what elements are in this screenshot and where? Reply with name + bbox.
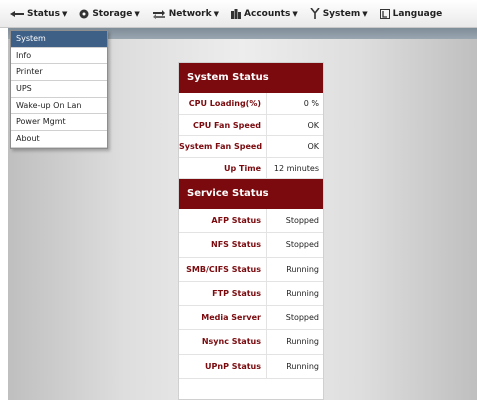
menu-status-label: Status [27, 8, 60, 19]
chevron-down-icon: ▼ [61, 9, 68, 18]
row-value: OK [307, 142, 319, 151]
row-label: Nsync Status [179, 330, 267, 354]
row-label: AFP Status [179, 209, 267, 233]
menu-accounts-label: Accounts [244, 8, 291, 19]
dropdown-item-wake-on-lan[interactable]: Wake-up On Lan [11, 98, 107, 115]
row-label: CPU Loading(%) [179, 93, 267, 114]
row-value: Running [286, 361, 319, 371]
chevron-down-icon: ▼ [213, 9, 220, 18]
table-row: Nsync Status Running [179, 330, 323, 355]
system-status-header: System Status [179, 63, 323, 93]
table-row: CPU Fan Speed OK [179, 114, 323, 136]
row-value: Stopped [285, 240, 319, 250]
status-panel: System Status CPU Loading(%) 0 % CPU Fan… [178, 62, 324, 400]
dropdown-item-printer[interactable]: Printer [11, 64, 107, 82]
status-dropdown-menu: System Info Printer UPS Wake-up On Lan P… [10, 30, 108, 149]
row-label: System Fan Speed [179, 136, 267, 157]
row-value: Running [286, 264, 319, 274]
storage-icon [79, 9, 89, 18]
row-label: NFS Status [179, 233, 267, 257]
status-icon [10, 10, 24, 17]
table-row: SMB/CIFS Status Running [179, 257, 323, 282]
menu-storage-label: Storage [92, 8, 133, 19]
row-value: OK [307, 120, 319, 130]
table-row: CPU Loading(%) 0 % [179, 93, 323, 115]
row-label: CPU Fan Speed [179, 114, 267, 135]
chevron-down-icon: ▼ [362, 9, 368, 18]
table-row: UPnP Status Running [179, 354, 323, 380]
menu-network[interactable]: Network ▼ [152, 9, 219, 19]
table-row: AFP Status Stopped [179, 209, 323, 234]
menu-network-label: Network [168, 8, 212, 19]
menu-accounts[interactable]: Accounts ▼ [231, 8, 298, 19]
menu-system-label: System [322, 8, 361, 19]
accounts-icon [231, 8, 242, 19]
dropdown-item-system[interactable]: System [11, 31, 107, 48]
chevron-down-icon: ▼ [134, 9, 140, 18]
dropdown-item-ups[interactable]: UPS [11, 81, 107, 98]
dropdown-item-power-mgmt[interactable]: Power Mgmt [11, 114, 107, 132]
top-menu-bar: Status ▼ Storage ▼ Network ▼ Accounts ▼ … [0, 0, 477, 28]
menu-system[interactable]: System ▼ [310, 8, 368, 19]
row-label: SMB/CIFS Status [179, 257, 267, 281]
row-label: FTP Status [179, 281, 267, 306]
menu-language-label: Language [392, 8, 443, 19]
row-value: Stopped [285, 313, 319, 323]
table-row: FTP Status Running [179, 281, 323, 307]
row-label: Media Server [179, 306, 267, 330]
table-row: System Fan Speed OK [179, 136, 323, 158]
row-label: UPnP Status [179, 354, 267, 379]
menu-status[interactable]: Status ▼ [10, 9, 67, 19]
row-value: Running [286, 337, 319, 347]
language-icon [379, 8, 390, 19]
table-row: NFS Status Stopped [179, 233, 323, 258]
menu-storage[interactable]: Storage ▼ [79, 8, 140, 19]
dropdown-item-info[interactable]: Info [11, 48, 107, 65]
menu-language[interactable]: Language [379, 8, 443, 19]
table-row: Media Server Stopped [179, 306, 323, 331]
row-value: 12 minutes [273, 163, 319, 173]
row-value: Stopped [285, 216, 319, 225]
row-value: Running [286, 288, 319, 298]
chevron-down-icon: ▼ [292, 9, 298, 18]
table-row: Up Time 12 minutes [179, 157, 323, 179]
service-status-header: Service Status [179, 179, 323, 209]
network-icon [152, 9, 165, 19]
row-label: Up Time [179, 157, 267, 178]
row-value: 0 % [303, 99, 319, 108]
dropdown-item-about[interactable]: About [11, 131, 107, 148]
system-icon [310, 8, 320, 19]
